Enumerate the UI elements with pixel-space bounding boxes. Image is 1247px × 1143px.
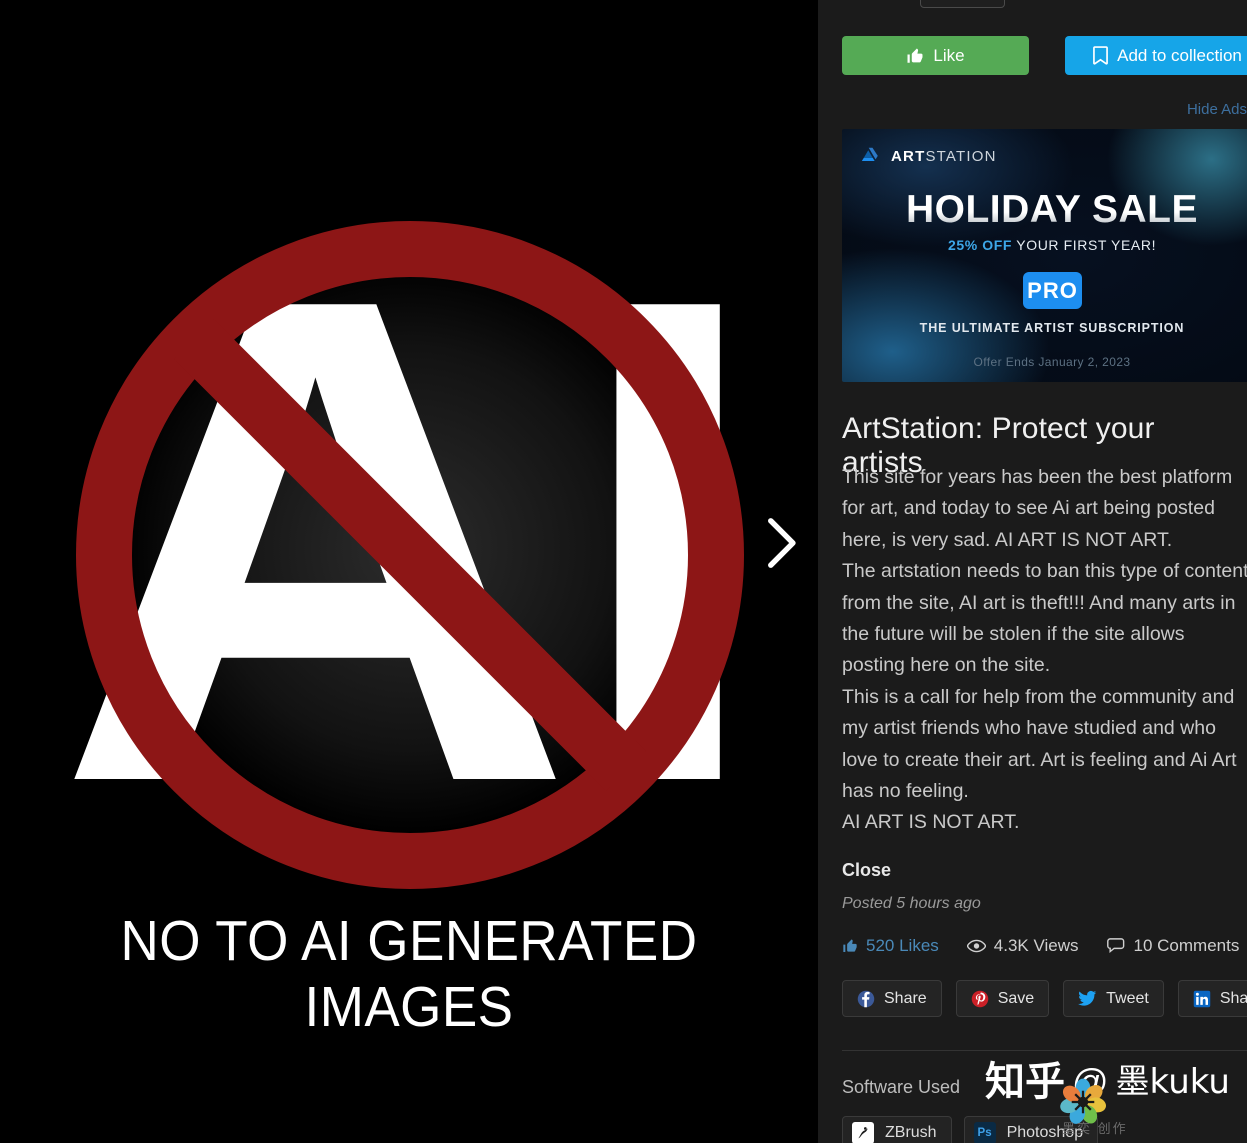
chevron-right-icon — [768, 518, 796, 568]
ad-brand-bold: ART — [891, 147, 926, 165]
ad-subline: 25% OFF YOUR FIRST YEAR! — [842, 237, 1247, 253]
post-paragraph: AI ART IS NOT ART. — [842, 811, 1020, 834]
hide-ads-link[interactable]: Hide Ads — [1187, 101, 1247, 118]
artwork-tagline: NO TO AI GENERATED IMAGES — [120, 909, 698, 1039]
action-button-row: Like Add to collection — [842, 36, 1247, 75]
pinterest-icon — [971, 990, 988, 1007]
share-facebook-label: Share — [884, 989, 927, 1007]
share-pinterest-button[interactable]: Save — [955, 980, 1050, 1017]
like-button[interactable]: Like — [842, 36, 1029, 75]
post-paragraph: The artstation needs to ban this type of… — [842, 560, 1247, 677]
software-photoshop-label: Photoshop — [1006, 1124, 1084, 1141]
post-description: This site for years has been the best pl… — [842, 462, 1247, 839]
page-root: AI NO TO AI GENERATED IMAGES Like — [0, 0, 1247, 1143]
software-used-row: ZBrush Ps Photoshop — [842, 1116, 1099, 1143]
zbrush-glyph-icon — [858, 1127, 868, 1139]
share-twitter-button[interactable]: Tweet — [1063, 980, 1164, 1017]
artwork-viewer[interactable]: AI NO TO AI GENERATED IMAGES — [0, 0, 818, 1143]
ad-brand-text: ARTSTATION — [891, 148, 997, 165]
bookmark-icon — [1093, 46, 1109, 65]
close-description-link[interactable]: Close — [842, 860, 891, 881]
posted-timestamp: Posted 5 hours ago — [842, 895, 981, 912]
advertisement-banner[interactable]: ARTSTATION HOLIDAY SALE 25% OFF YOUR FIR… — [842, 129, 1247, 382]
clipped-top-button[interactable] — [920, 0, 1005, 8]
twitter-icon — [1078, 990, 1097, 1006]
add-to-collection-label: Add to collection — [1117, 45, 1242, 65]
post-stats: 520 Likes 4.3K Views 10 Comments — [842, 936, 1239, 956]
zbrush-icon — [852, 1122, 874, 1143]
ad-pro-badge: PRO — [1023, 272, 1082, 309]
next-artwork-button[interactable] — [752, 512, 810, 574]
ad-offer-ends: Offer Ends January 2, 2023 — [973, 355, 1131, 369]
photoshop-icon: Ps — [973, 1122, 996, 1143]
stat-comments-label: 10 Comments — [1133, 936, 1240, 955]
share-pinterest-label: Save — [997, 989, 1035, 1007]
section-divider — [842, 1050, 1247, 1051]
artstation-logo-icon — [861, 147, 878, 162]
eye-icon — [966, 939, 986, 953]
add-to-collection-button[interactable]: Add to collection — [1065, 36, 1247, 75]
no-ai-ban-symbol — [63, 208, 757, 902]
stat-views-label: 4.3K Views — [993, 936, 1079, 955]
linkedin-icon — [1193, 990, 1211, 1007]
stat-likes[interactable]: 520 Likes — [842, 936, 939, 956]
stat-comments[interactable]: 10 Comments — [1106, 936, 1240, 956]
software-photoshop-button[interactable]: Ps Photoshop — [963, 1116, 1099, 1143]
ad-headline: HOLIDAY SALE — [842, 188, 1247, 232]
social-share-row: Share Save Tweet Share — [842, 980, 1247, 1017]
ad-subtitle: THE ULTIMATE ARTIST SUBSCRIPTION — [919, 321, 1185, 335]
ad-brand-light: STATION — [925, 147, 997, 165]
post-paragraph: This is a call for help from the communi… — [842, 685, 1237, 803]
software-zbrush-label: ZBrush — [885, 1124, 937, 1141]
software-used-label: Software Used — [842, 1077, 961, 1097]
share-twitter-label: Tweet — [1106, 989, 1149, 1007]
like-button-label: Like — [933, 45, 965, 65]
artwork-canvas: AI NO TO AI GENERATED IMAGES — [0, 0, 818, 1143]
stat-likes-label: 520 Likes — [866, 936, 939, 955]
ad-brand-logo: ARTSTATION — [860, 146, 997, 166]
thumbs-up-icon — [907, 48, 923, 63]
ad-discount: 25% OFF — [947, 237, 1013, 253]
facebook-icon — [857, 990, 875, 1007]
share-linkedin-label: Share — [1219, 989, 1247, 1007]
stat-views: 4.3K Views — [966, 936, 1079, 956]
share-linkedin-button[interactable]: Share — [1177, 980, 1247, 1017]
share-facebook-button[interactable]: Share — [842, 980, 942, 1017]
software-zbrush-button[interactable]: ZBrush — [842, 1116, 952, 1143]
thumbs-up-icon — [843, 939, 857, 952]
post-paragraph: This site for years has been the best pl… — [842, 466, 1233, 551]
comment-icon — [1106, 938, 1124, 954]
ad-discount-rest: YOUR FIRST YEAR! — [1012, 237, 1157, 253]
